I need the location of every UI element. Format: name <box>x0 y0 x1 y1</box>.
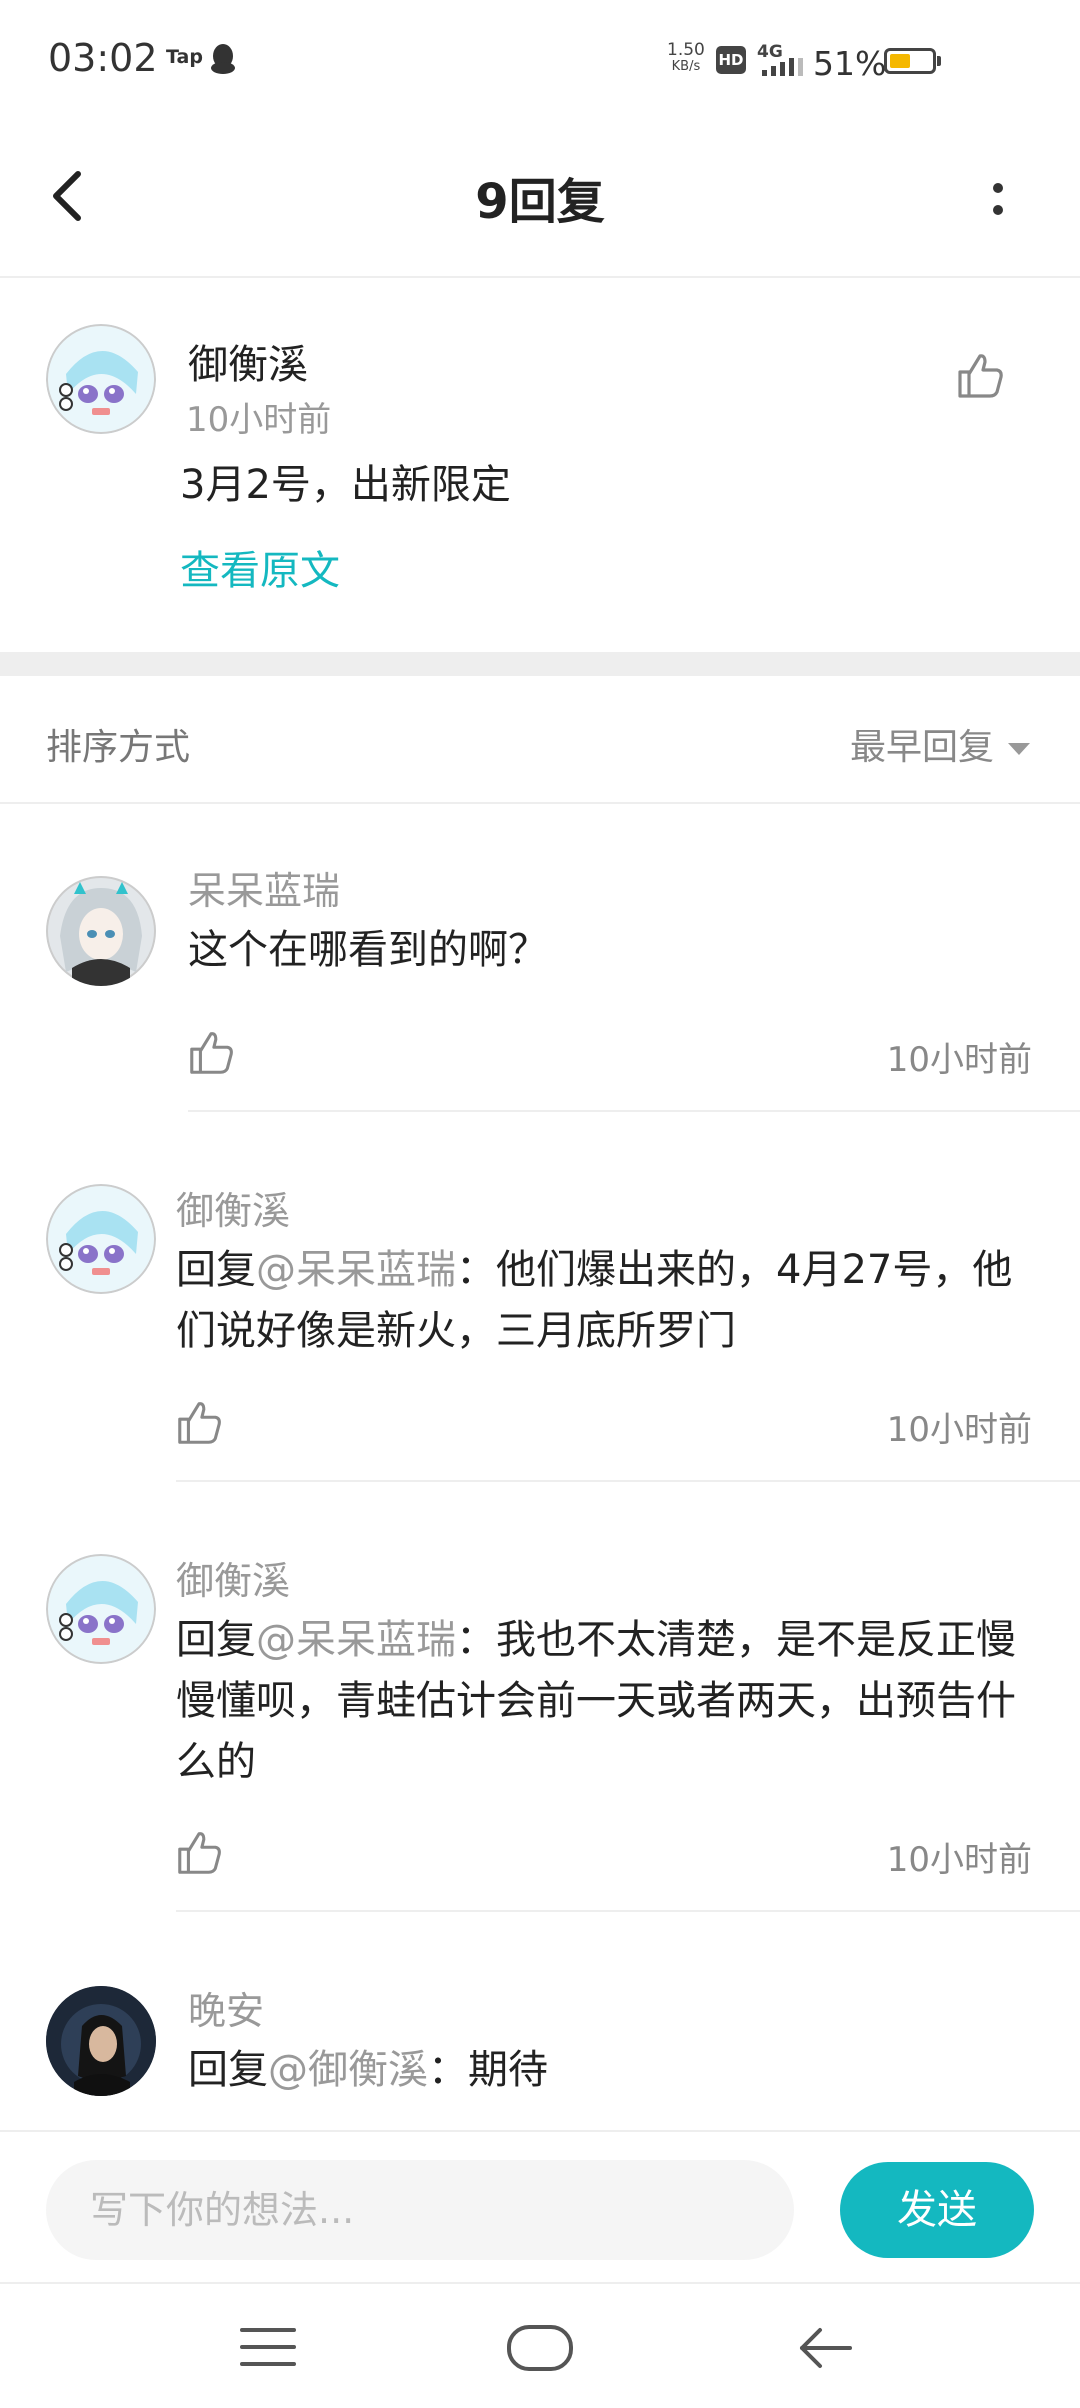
comment-body: 期待 <box>468 2047 548 2093</box>
comment-author[interactable]: 御衡溪 <box>176 1180 290 1235</box>
send-button[interactable]: 发送 <box>840 2162 1034 2258</box>
battery-level <box>890 54 910 68</box>
battery-percent: 51% <box>813 44 887 83</box>
system-nav-bar <box>0 2282 1080 2408</box>
reply-separator: ： <box>428 2047 468 2093</box>
hd-icon: HD <box>716 46 746 74</box>
comment-body: 这个在哪看到的啊？ <box>188 927 548 973</box>
battery-tip <box>937 56 941 66</box>
status-time: 03:02 <box>48 36 158 80</box>
avatar-image <box>46 1986 156 2096</box>
comment-author[interactable]: 晚安 <box>188 1980 264 2035</box>
avatar-image <box>46 1184 156 1294</box>
comment-text: 这个在哪看到的啊？ <box>188 920 1048 981</box>
original-post: 御衡溪 10小时前 3月2号，出新限定 查看原文 <box>0 280 1080 652</box>
reply-prefix: 回复 <box>188 2047 268 2093</box>
list-item: 御衡溪 回复@呆呆蓝瑞：他们爆出来的，4月27号，他们说好像是新火，三月底所罗门… <box>0 1112 1080 1482</box>
avatar-image <box>46 876 156 986</box>
thumbs-up-icon[interactable] <box>174 1828 224 1878</box>
post-author[interactable]: 御衡溪 <box>188 332 308 390</box>
post-text: 3月2号，出新限定 <box>180 462 511 508</box>
avatar-image <box>46 1554 156 1664</box>
avatar[interactable] <box>46 1986 156 2096</box>
home-icon[interactable] <box>506 2324 574 2372</box>
status-bar: 03:02 Tap 1.50 KB/s HD 4G 51% <box>0 0 1080 120</box>
comment-time: 10小时前 <box>886 1840 1032 1880</box>
avatar[interactable] <box>46 876 156 986</box>
section-divider <box>0 652 1080 676</box>
comment-text: 回复@呆呆蓝瑞：我也不太清楚，是不是反正慢慢懂呗，青蛙估计会前一天或者两天，出预… <box>176 1610 1036 1793</box>
thumbs-up-icon[interactable] <box>174 1398 224 1448</box>
more-vertical-icon[interactable] <box>978 164 1018 234</box>
sort-label: 排序方式 <box>46 727 191 768</box>
comment-text: 回复@御衡溪：期待 <box>188 2040 1048 2101</box>
mention-link[interactable]: @御衡溪 <box>268 2047 428 2093</box>
avatar[interactable] <box>46 1554 156 1664</box>
thumbs-up-icon[interactable] <box>954 350 1006 402</box>
signal-icon <box>762 58 803 76</box>
sort-selected: 最早回复 <box>849 727 994 768</box>
tap-app-icon: Tap <box>166 46 203 68</box>
comment-time: 10小时前 <box>886 1410 1032 1450</box>
post-time: 10小时前 <box>186 400 332 440</box>
avatar-image <box>46 324 156 434</box>
caret-down-icon <box>1008 743 1030 755</box>
avatar[interactable] <box>46 324 156 434</box>
sort-dropdown[interactable]: 最早回复 <box>850 718 1030 770</box>
comment-input[interactable]: 写下你的想法... <box>46 2160 794 2260</box>
back-arrow-icon[interactable] <box>796 2324 854 2372</box>
avatar[interactable] <box>46 1184 156 1294</box>
reply-separator: ： <box>456 1617 496 1663</box>
sort-bar: 排序方式 最早回复 <box>0 676 1080 804</box>
list-item: 呆呆蓝瑞 这个在哪看到的啊？ 10小时前 <box>0 806 1080 1112</box>
mention-link[interactable]: @呆呆蓝瑞 <box>256 1617 456 1663</box>
reply-separator: ： <box>456 1247 496 1293</box>
qq-penguin-icon <box>211 44 235 74</box>
comment-author[interactable]: 御衡溪 <box>176 1550 290 1605</box>
top-app-bar: 9回复 <box>0 120 1080 278</box>
network-speed-value: 1.50 <box>667 40 705 60</box>
network-speed: 1.50 KB/s <box>667 40 705 75</box>
comment-author[interactable]: 呆呆蓝瑞 <box>188 860 340 915</box>
page-title: 9回复 <box>475 174 605 230</box>
comment-input-bar: 写下你的想法... 发送 <box>0 2130 1080 2282</box>
network-speed-unit: KB/s <box>671 59 701 74</box>
list-item: 御衡溪 回复@呆呆蓝瑞：我也不太清楚，是不是反正慢慢懂呗，青蛙估计会前一天或者两… <box>0 1482 1080 1912</box>
thumbs-up-icon[interactable] <box>186 1028 236 1078</box>
battery-icon <box>884 48 936 74</box>
reply-prefix: 回复 <box>176 1617 256 1663</box>
comment-time: 10小时前 <box>886 1040 1032 1080</box>
view-original-link[interactable]: 查看原文 <box>180 538 340 596</box>
comment-text: 回复@呆呆蓝瑞：他们爆出来的，4月27号，他们说好像是新火，三月底所罗门 <box>176 1240 1036 1362</box>
menu-icon[interactable] <box>240 2324 296 2370</box>
reply-prefix: 回复 <box>176 1247 256 1293</box>
mention-link[interactable]: @呆呆蓝瑞 <box>256 1247 456 1293</box>
list-item: 晚安 回复@御衡溪：期待 <box>0 1912 1080 2130</box>
